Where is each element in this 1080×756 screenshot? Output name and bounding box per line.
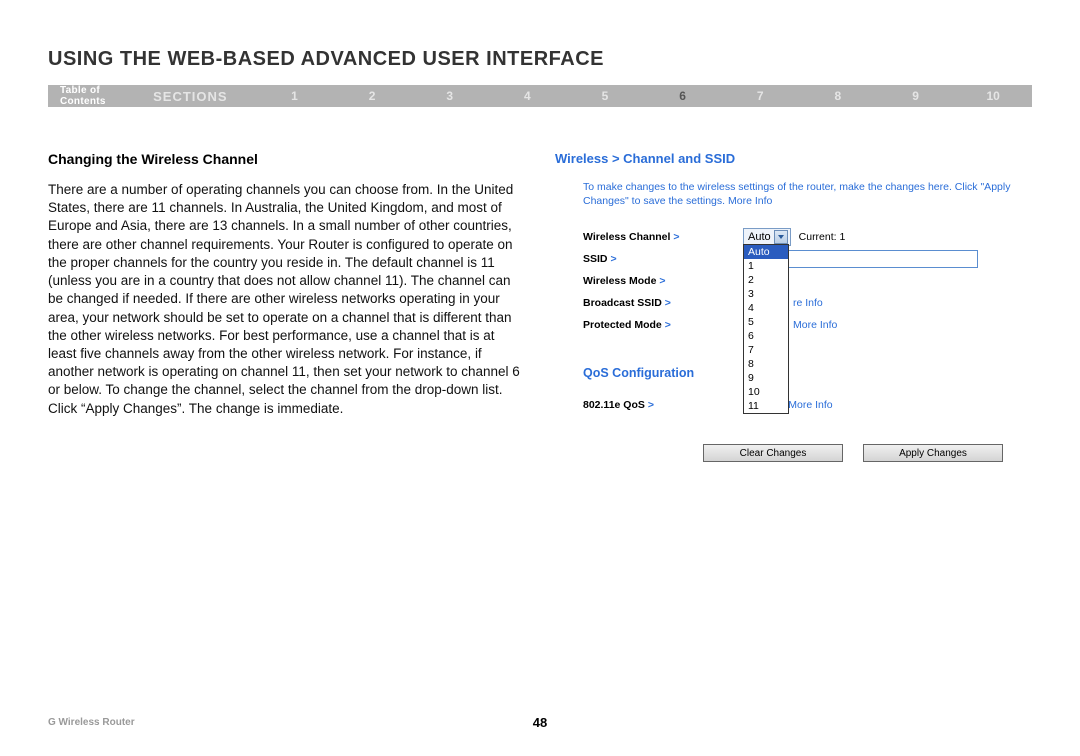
qos-more-info[interactable]: More Info — [788, 399, 832, 411]
row-wireless-channel: Wireless Channel > Auto Current: 1 — [583, 226, 1032, 248]
form-area: Wireless Channel > Auto Current: 1 Auto … — [583, 226, 1032, 462]
label-protected-mode: Protected Mode > — [583, 319, 743, 331]
row-protected-mode: Protected Mode > More Info — [583, 314, 1032, 336]
dropdown-opt-5[interactable]: 5 — [744, 315, 788, 329]
page-title: USING THE WEB-BASED ADVANCED USER INTERF… — [48, 48, 1032, 71]
footer-product: G Wireless Router — [48, 717, 135, 728]
channel-dropdown[interactable]: Auto 1 2 3 4 5 6 7 8 9 10 11 — [743, 244, 789, 414]
instructions-more-link[interactable]: More Info — [728, 195, 772, 207]
row-wireless-mode: Wireless Mode > — [583, 270, 1032, 292]
dropdown-opt-auto[interactable]: Auto — [744, 245, 788, 259]
toc-link[interactable]: Table of Contents — [48, 85, 153, 107]
row-qos: 802.11e QoS > on More Info — [583, 394, 1032, 416]
dropdown-opt-10[interactable]: 10 — [744, 385, 788, 399]
dropdown-opt-7[interactable]: 7 — [744, 343, 788, 357]
row-ssid: SSID > — [583, 248, 1032, 270]
dropdown-opt-6[interactable]: 6 — [744, 329, 788, 343]
section-3[interactable]: 3 — [411, 89, 489, 103]
page-number: 48 — [533, 715, 547, 730]
qos-heading: QoS Configuration — [583, 366, 1032, 380]
section-1[interactable]: 1 — [256, 89, 334, 103]
section-7[interactable]: 7 — [721, 89, 799, 103]
body-text: There are a number of operating channels… — [48, 181, 525, 418]
section-8[interactable]: 8 — [799, 89, 877, 103]
section-9[interactable]: 9 — [877, 89, 955, 103]
label-wireless-channel: Wireless Channel > — [583, 231, 743, 243]
label-ssid: SSID > — [583, 253, 743, 265]
wireless-channel-value: Auto — [748, 231, 771, 243]
breadcrumb: Wireless > Channel and SSID — [555, 151, 1032, 166]
sections-label: SECTIONS — [153, 89, 255, 104]
row-broadcast-ssid: Broadcast SSID > re Info — [583, 292, 1032, 314]
dropdown-opt-11[interactable]: 11 — [744, 399, 788, 413]
section-subhead: Changing the Wireless Channel — [48, 151, 525, 167]
protected-more-info[interactable]: More Info — [793, 319, 837, 331]
section-10[interactable]: 10 — [954, 89, 1032, 103]
dropdown-opt-2[interactable]: 2 — [744, 273, 788, 287]
clear-changes-button[interactable]: Clear Changes — [703, 444, 843, 462]
label-wireless-mode: Wireless Mode > — [583, 275, 743, 287]
label-broadcast-ssid: Broadcast SSID > — [583, 297, 743, 309]
instructions-text: To make changes to the wireless settings… — [583, 181, 1010, 207]
section-6[interactable]: 6 — [644, 89, 722, 103]
dropdown-opt-9[interactable]: 9 — [744, 371, 788, 385]
apply-changes-button[interactable]: Apply Changes — [863, 444, 1003, 462]
section-navbar: Table of Contents SECTIONS 1 2 3 4 5 6 7… — [48, 85, 1032, 107]
dropdown-opt-3[interactable]: 3 — [744, 287, 788, 301]
section-4[interactable]: 4 — [489, 89, 567, 103]
current-channel: Current: 1 — [799, 231, 846, 243]
dropdown-opt-4[interactable]: 4 — [744, 301, 788, 315]
label-qos: 802.11e QoS > — [583, 399, 743, 411]
dropdown-opt-1[interactable]: 1 — [744, 259, 788, 273]
section-2[interactable]: 2 — [333, 89, 411, 103]
section-5[interactable]: 5 — [566, 89, 644, 103]
chevron-down-icon — [774, 230, 788, 244]
instructions: To make changes to the wireless settings… — [583, 180, 1032, 208]
broadcast-more-info[interactable]: re Info — [793, 297, 823, 309]
dropdown-opt-8[interactable]: 8 — [744, 357, 788, 371]
